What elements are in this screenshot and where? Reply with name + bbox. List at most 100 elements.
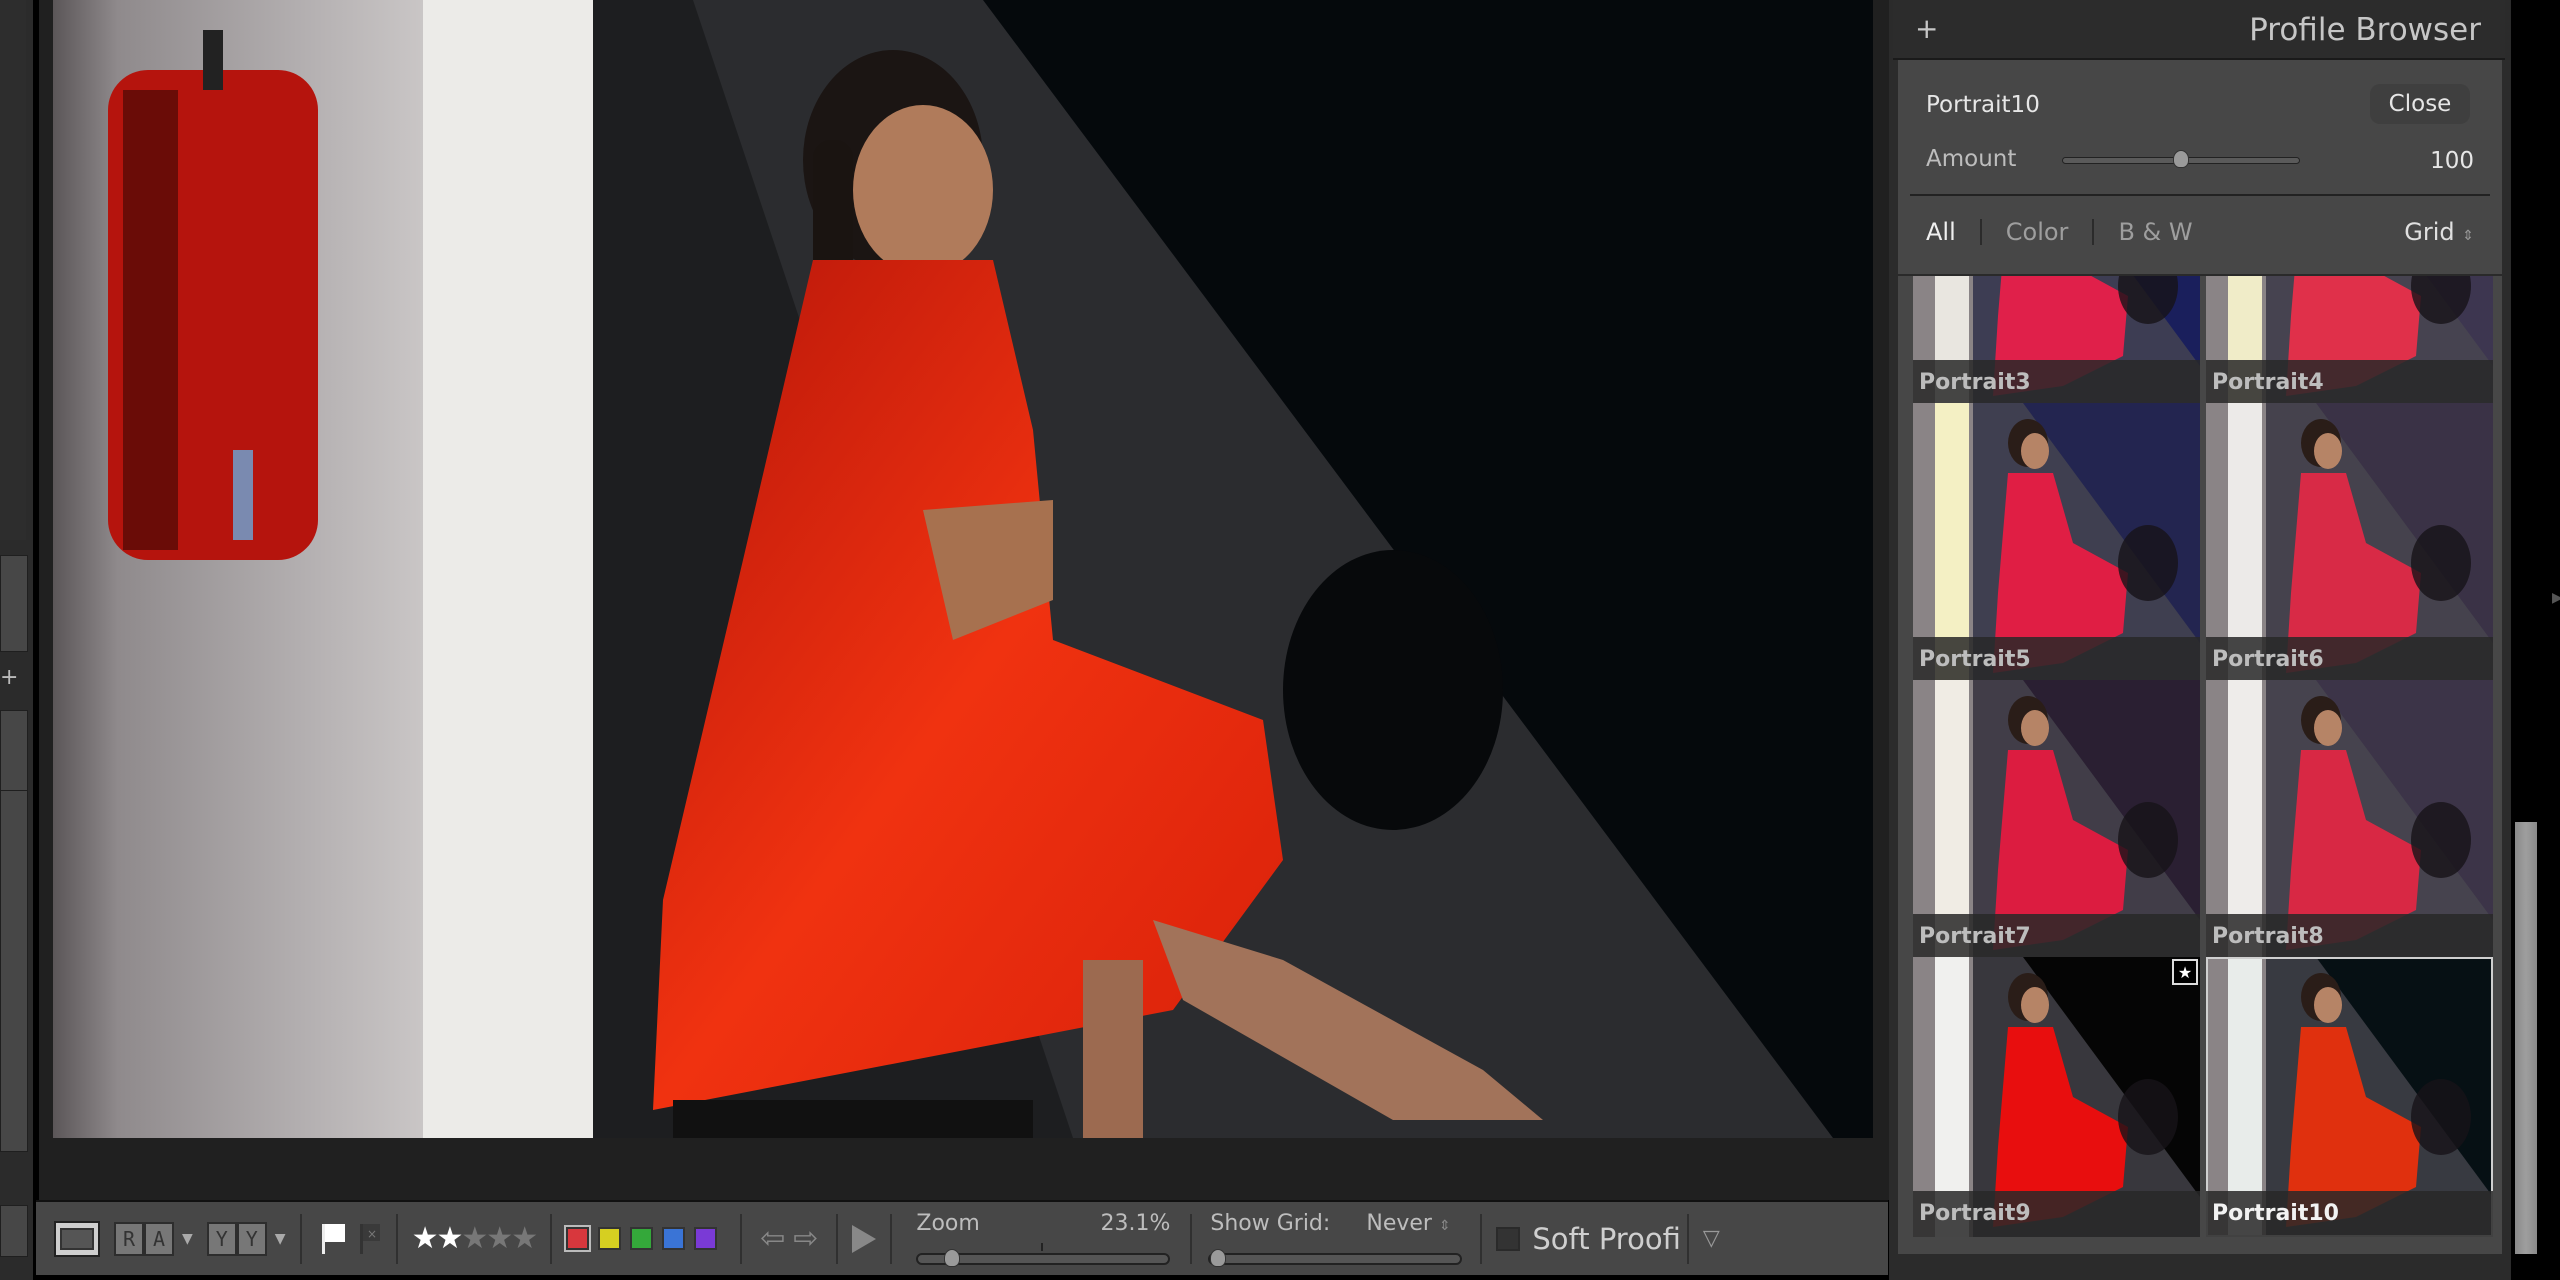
show-grid-select[interactable]: Never ⇕ (1366, 1211, 1450, 1236)
before-after-y-glyph: Y (236, 1221, 267, 1256)
profile-browser-header: + Profile Browser (1893, 0, 2505, 60)
filter-tab-bw[interactable]: B & W (2118, 218, 2192, 246)
left-panel-section (0, 0, 26, 540)
profile-thumbnail[interactable]: Portrait3 (1913, 276, 2200, 406)
profile-filter-tabs: All Color B & W (1926, 218, 2193, 246)
star-2-icon[interactable]: ★ (436, 1221, 463, 1256)
profile-name: Portrait5 (1913, 637, 2200, 683)
before-after-r-glyph: R (114, 1221, 144, 1256)
soft-proofing-checkbox[interactable] (1496, 1226, 1521, 1251)
before-after-mode-dropdown-icon[interactable]: ▼ (275, 1231, 286, 1247)
profile-thumbnail[interactable]: Portrait8 (2206, 680, 2493, 960)
color-label-purple[interactable] (694, 1227, 718, 1250)
show-grid-control: Show Grid: Never ⇕ (1206, 1209, 1466, 1269)
show-grid-value: Never (1366, 1210, 1432, 1236)
select-arrows-icon: ⇕ (2462, 228, 2474, 244)
add-preset-icon[interactable]: + (0, 665, 18, 690)
view-mode-value: Grid (2404, 218, 2455, 246)
before-after-dropdown-icon[interactable]: ▼ (182, 1231, 193, 1247)
grid-opacity-slider-handle[interactable] (1210, 1248, 1227, 1267)
grid-opacity-slider[interactable] (1208, 1252, 1463, 1265)
profile-name: Portrait8 (2206, 914, 2493, 960)
shadow-silhouette (1283, 550, 1503, 830)
wall-highlight (423, 0, 593, 1138)
flag-pick-icon[interactable] (320, 1222, 348, 1256)
star-4-icon[interactable]: ★ (486, 1221, 513, 1256)
slideshow-play-icon[interactable] (852, 1224, 877, 1253)
toolbar-divider (836, 1213, 839, 1264)
amount-label: Amount (1926, 146, 2017, 172)
amount-slider-handle[interactable] (2173, 150, 2189, 168)
profile-thumbnail[interactable]: Portrait4 (2206, 276, 2493, 406)
profile-name: Portrait9 (1913, 1191, 2200, 1237)
star-5-icon[interactable]: ★ (511, 1221, 538, 1256)
color-labels (564, 1225, 726, 1252)
left-panel-button[interactable] (0, 1205, 28, 1257)
before-after-top-bottom-button[interactable]: Y Y (206, 1221, 267, 1256)
next-photo-icon[interactable]: ⇨ (793, 1221, 818, 1256)
toolbar-options-dropdown-icon[interactable]: ▽ (1703, 1226, 1720, 1251)
left-panel-section[interactable] (0, 710, 28, 792)
color-label-yellow[interactable] (598, 1227, 622, 1250)
color-label-blue[interactable] (662, 1227, 686, 1250)
add-profile-icon[interactable]: + (1915, 12, 1938, 45)
tab-divider (1979, 219, 1982, 245)
fire-extinguisher (108, 30, 318, 560)
close-button[interactable]: Close (2370, 84, 2470, 124)
main-photo[interactable] (53, 0, 1873, 1138)
left-panel-section (0, 790, 28, 1152)
profile-name: Portrait7 (1913, 914, 2200, 960)
profile-name: Portrait4 (2206, 360, 2493, 406)
zoom-value: 23.1% (1100, 1210, 1171, 1236)
zoom-slider-handle[interactable] (944, 1248, 961, 1267)
profile-thumbnail[interactable]: Portrait10 (2206, 957, 2493, 1237)
profile-name: Portrait3 (1913, 360, 2200, 406)
zoom-label: Zoom (916, 1210, 980, 1236)
color-label-green[interactable] (630, 1227, 654, 1250)
profile-thumbnail[interactable]: Portrait5 (1913, 403, 2200, 683)
select-arrows-icon: ⇕ (1438, 1217, 1451, 1234)
before-after-y-glyph: Y (206, 1221, 237, 1256)
before-after-a-glyph: A (144, 1221, 174, 1256)
before-after-left-right-button[interactable]: R A (114, 1221, 174, 1256)
profile-settings: Portrait10 Close Amount 100 All Color B … (1898, 60, 2502, 276)
scrollbar-thumb[interactable] (2515, 822, 2537, 1254)
profile-thumbnail[interactable]: Portrait9 ★ (1913, 957, 2200, 1237)
left-panel-section[interactable] (0, 555, 28, 652)
toolbar-divider (740, 1213, 743, 1264)
toolbar-divider (550, 1213, 553, 1264)
photo-render (53, 0, 1873, 1138)
toolbar-divider (395, 1213, 398, 1264)
bottom-toolbar: R A ▼ Y Y ▼ × ★ ★ ★ ★ ★ ⇦ ⇨ Zoom 23.1% Show … (36, 1200, 1888, 1275)
profile-thumbnail[interactable]: Portrait6 (2206, 403, 2493, 683)
toolbar-divider (299, 1213, 302, 1264)
favorite-star-icon[interactable]: ★ (2172, 959, 2198, 985)
zoom-control: Zoom 23.1% (906, 1209, 1176, 1269)
flag-reject-icon[interactable]: × (358, 1222, 382, 1256)
star-1-icon[interactable]: ★ (412, 1221, 439, 1256)
profile-grid: Portrait3 Portrait4 Portrait5 Portrait6 Port… (1898, 276, 2502, 1254)
divider (1910, 194, 2490, 196)
previous-photo-icon[interactable]: ⇦ (760, 1221, 785, 1256)
collapse-panel-icon[interactable]: ▶ (2552, 590, 2560, 606)
panel-title: Profile Browser (2249, 12, 2481, 48)
show-grid-label: Show Grid: (1210, 1210, 1331, 1236)
filter-tab-color[interactable]: Color (2006, 218, 2069, 246)
profile-name: Portrait6 (2206, 637, 2493, 683)
loupe-view-button[interactable] (54, 1220, 100, 1257)
profile-thumbnail[interactable]: Portrait7 (1913, 680, 2200, 960)
svg-text:×: × (367, 1227, 377, 1241)
amount-value[interactable]: 100 (2430, 148, 2474, 174)
filter-tab-all[interactable]: All (1926, 218, 1956, 246)
star-3-icon[interactable]: ★ (461, 1221, 488, 1256)
toolbar-divider (1686, 1213, 1689, 1264)
view-mode-select[interactable]: Grid ⇕ (2404, 218, 2474, 246)
current-profile-name: Portrait10 (1926, 92, 2040, 118)
zoom-slider-tick (1041, 1242, 1044, 1251)
left-panel: + (0, 0, 33, 1280)
color-label-red[interactable] (564, 1225, 592, 1252)
star-rating[interactable]: ★ ★ ★ ★ ★ (412, 1221, 539, 1256)
toolbar-divider (890, 1213, 893, 1264)
toolbar-divider (1480, 1213, 1483, 1264)
loupe-view-icon (60, 1227, 94, 1250)
